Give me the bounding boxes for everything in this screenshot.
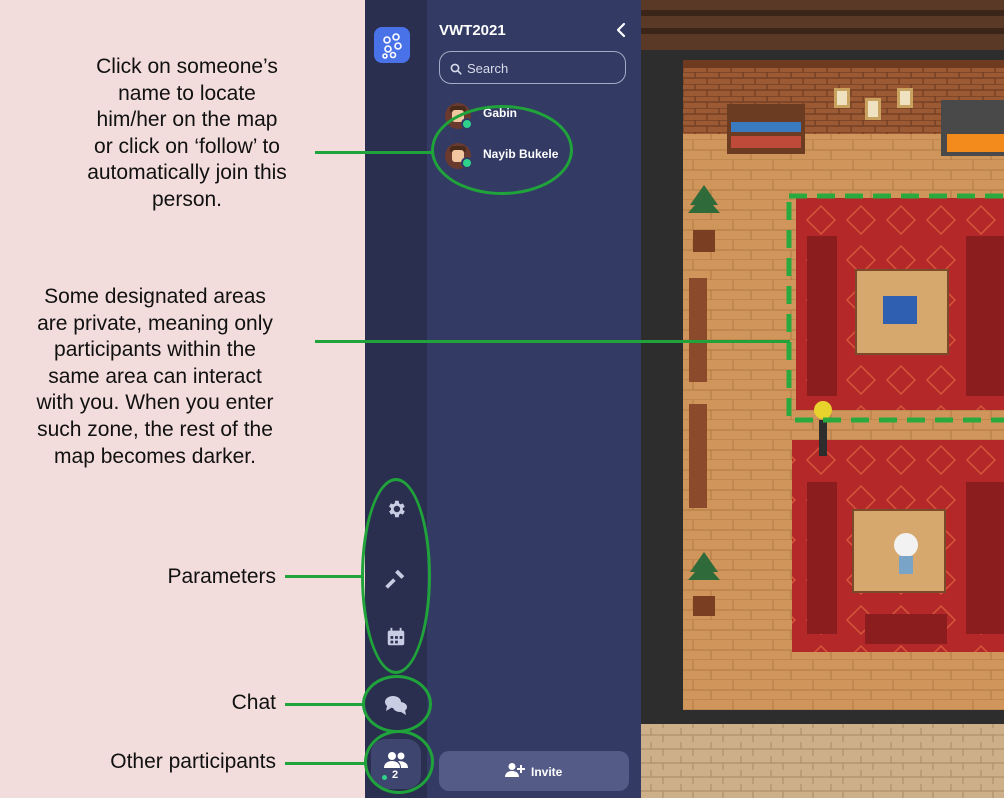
pointer-line-participants	[285, 762, 367, 765]
annotation-names: Click on someone’s name to locate him/he…	[87, 55, 287, 211]
annotation-private-areas: Some designated areas are private, meani…	[36, 285, 274, 468]
add-user-icon	[505, 762, 525, 778]
highlight-participants	[364, 730, 434, 794]
collapse-panel-icon[interactable]	[611, 20, 631, 40]
pointer-line-names	[315, 151, 433, 154]
pointer-line-private-areas	[315, 340, 790, 343]
highlight-parameters	[361, 478, 431, 674]
search-placeholder: Search	[467, 61, 509, 76]
highlight-people-list	[431, 105, 573, 195]
game-map[interactable]	[641, 0, 1004, 798]
space-title: VWT2021	[439, 22, 506, 39]
pointer-line-parameters	[285, 575, 362, 578]
pointer-line-chat	[285, 703, 363, 706]
highlight-chat	[362, 675, 432, 733]
search-icon	[450, 62, 462, 75]
annotation-other-participants: Other participants	[110, 750, 276, 773]
invite-label: Invite	[531, 765, 563, 779]
app-logo-icon[interactable]	[374, 27, 410, 63]
annotation-chat: Chat	[231, 691, 276, 714]
annotation-parameters: Parameters	[167, 565, 276, 588]
